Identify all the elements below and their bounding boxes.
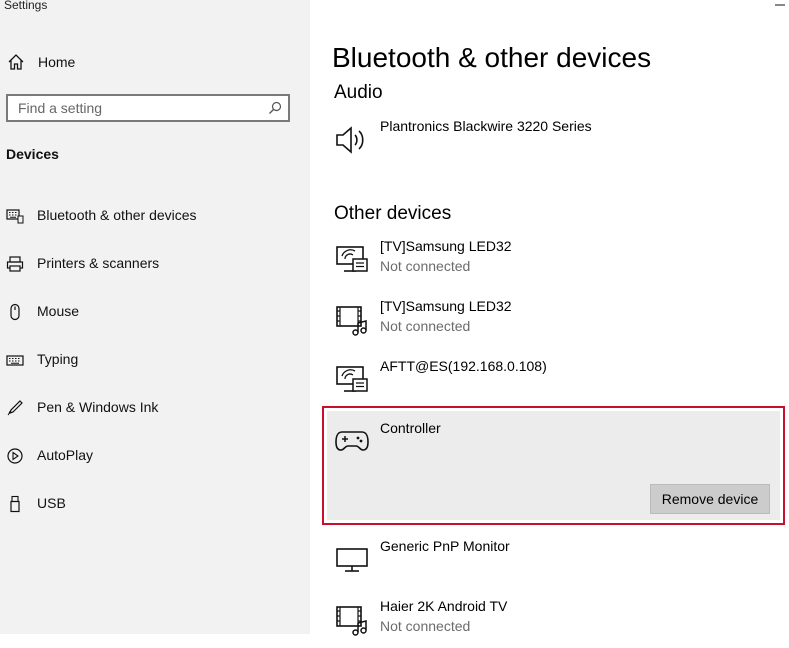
pen-icon (7, 400, 23, 416)
audio-heading: Audio (334, 82, 383, 103)
device-aftt[interactable]: AFTT@ES(192.168.0.108) (332, 358, 772, 408)
main-content: Bluetooth & other devices Audio Plantron… (310, 0, 789, 636)
device-generic-monitor[interactable]: Generic PnP Monitor (332, 538, 772, 588)
home-label: Home (38, 54, 76, 70)
section-heading-devices: Devices (6, 146, 59, 162)
search-input[interactable] (8, 96, 268, 120)
media-player-icon (336, 606, 367, 636)
media-renderer-icon (336, 246, 368, 272)
device-controller-selected[interactable]: Controller Remove device (322, 406, 785, 525)
usb-icon (10, 495, 20, 513)
media-player-icon (336, 306, 367, 336)
device-name: AFTT@ES(192.168.0.108) (380, 358, 547, 374)
bluetooth-keyboard-icon (6, 209, 24, 224)
printer-icon (6, 256, 24, 272)
device-status: Not connected (380, 258, 471, 274)
sidebar-item-label: Bluetooth & other devices (37, 207, 197, 223)
minimize-button[interactable] (775, 4, 785, 6)
other-devices-heading: Other devices (334, 203, 452, 224)
keyboard-icon (6, 355, 24, 366)
page-title: Bluetooth & other devices (332, 42, 652, 73)
device-name: Haier 2K Android TV (380, 598, 508, 614)
selected-device-panel: Controller Remove device (327, 411, 780, 520)
autoplay-icon (7, 448, 23, 464)
device-status: Not connected (380, 318, 471, 334)
device-name: Generic PnP Monitor (380, 538, 510, 554)
sidebar-item-usb[interactable]: USB (0, 490, 310, 518)
sidebar-item-label: Typing (37, 351, 79, 367)
device-name: [TV]Samsung LED32 (380, 298, 512, 314)
sidebar-item-label: Pen & Windows Ink (37, 399, 159, 415)
media-renderer-icon (336, 366, 368, 392)
speaker-icon (336, 126, 364, 154)
sidebar-item-label: Printers & scanners (37, 255, 160, 271)
sidebar-item-bluetooth[interactable]: Bluetooth & other devices (0, 202, 310, 230)
device-haier-tv[interactable]: Haier 2K Android TV Not connected (332, 598, 772, 648)
device-name: Controller (380, 420, 441, 436)
window-title: Settings (4, 0, 48, 12)
mouse-icon (10, 303, 20, 321)
device-samsung-2[interactable]: [TV]Samsung LED32 Not connected (332, 298, 772, 348)
sidebar-item-mouse[interactable]: Mouse (0, 298, 310, 326)
sidebar-item-printers[interactable]: Printers & scanners (0, 250, 310, 278)
sidebar-item-label: USB (37, 495, 66, 511)
home-link[interactable]: Home (6, 50, 75, 74)
device-plantronics[interactable]: Plantronics Blackwire 3220 Series (332, 118, 772, 168)
sidebar-item-label: Mouse (37, 303, 80, 319)
monitor-icon (336, 548, 368, 572)
gamepad-icon (335, 431, 369, 451)
sidebar-item-label: AutoPlay (37, 447, 94, 463)
search-box[interactable] (6, 94, 290, 122)
device-status: Not connected (380, 618, 471, 634)
device-name: [TV]Samsung LED32 (380, 238, 512, 254)
remove-device-button[interactable]: Remove device (650, 484, 770, 514)
home-icon (8, 54, 24, 70)
search-icon[interactable] (268, 101, 282, 115)
sidebar: Settings Home Devices Bluetooth & other … (0, 0, 310, 634)
sidebar-item-pen[interactable]: Pen & Windows Ink (0, 394, 310, 422)
device-name: Plantronics Blackwire 3220 Series (380, 118, 592, 134)
sidebar-item-typing[interactable]: Typing (0, 346, 310, 374)
sidebar-item-autoplay[interactable]: AutoPlay (0, 442, 310, 470)
device-samsung-1[interactable]: [TV]Samsung LED32 Not connected (332, 238, 772, 288)
